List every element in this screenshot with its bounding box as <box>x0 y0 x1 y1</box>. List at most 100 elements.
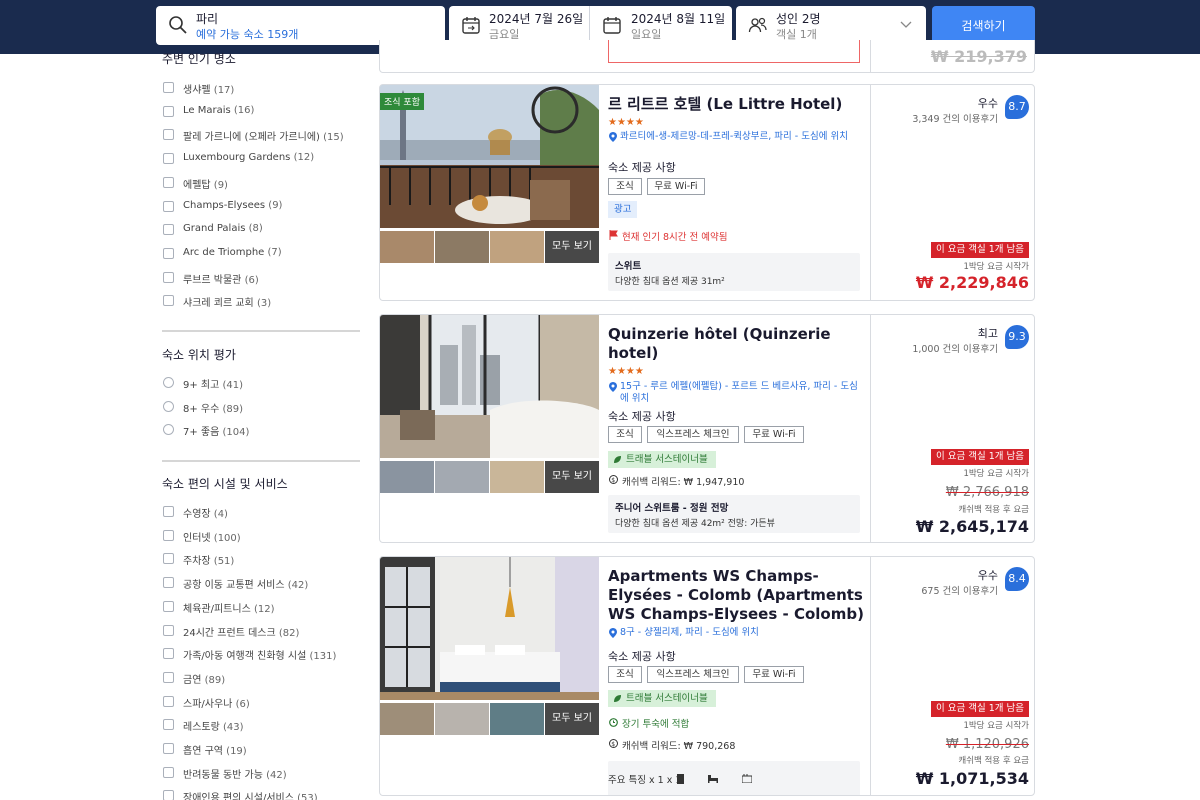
filter-option[interactable]: 공항 이동 교통편 서비스 (42) <box>162 575 360 591</box>
thumbnail[interactable] <box>435 231 489 263</box>
checkbox[interactable] <box>163 200 174 212</box>
checkbox[interactable] <box>163 577 174 589</box>
cashback-icon: $ <box>609 475 618 484</box>
review-count[interactable]: 3,349 건의 이용후기 <box>912 111 998 125</box>
checkbox[interactable] <box>163 224 174 236</box>
checkbox[interactable] <box>163 506 174 517</box>
hotel-price[interactable]: ₩ 2,645,174 <box>916 517 1029 536</box>
filter-option[interactable]: 레스토랑 (43) <box>162 717 360 733</box>
room-option[interactable]: 스위트 다양한 침대 옵션 제공 31m² <box>608 253 860 291</box>
radio-button[interactable] <box>163 377 174 388</box>
long-stay-note: 장기 투숙에 적합 <box>608 716 689 730</box>
checkbox[interactable] <box>163 129 174 141</box>
checkbox[interactable] <box>163 271 174 283</box>
thumbnail[interactable] <box>380 231 434 263</box>
checkbox[interactable] <box>163 743 174 754</box>
score-badge: 8.7 <box>1005 95 1029 119</box>
filter-count: (131) <box>309 651 337 663</box>
room-option[interactable]: 주니어 스위트룸 - 정원 전망 다양한 침대 옵션 제공 42m² 전망: 가… <box>608 495 860 533</box>
filter-option[interactable]: 8+ 우수 (89) <box>162 399 360 415</box>
checkbox[interactable] <box>163 295 174 307</box>
thumbnail[interactable] <box>380 703 434 735</box>
checkbox[interactable] <box>163 600 174 612</box>
radio-button[interactable] <box>163 400 174 412</box>
checkbox[interactable] <box>163 766 174 778</box>
checkbox[interactable] <box>163 790 174 800</box>
filter-option[interactable]: 가족/아동 여행객 친화형 시설 (131) <box>162 646 360 662</box>
filter-option[interactable]: 흡연 구역 (19) <box>162 741 360 757</box>
amenity-chip: 무료 Wi-Fi <box>744 666 804 683</box>
filter-option[interactable]: 장애인용 편의 시설/서비스 (53) <box>162 788 360 800</box>
view-all-photos-button[interactable]: 모두 보기 <box>545 231 599 263</box>
filter-option[interactable]: 체육관/피트니스 (12) <box>162 599 360 615</box>
review-count[interactable]: 1,000 건의 이용후기 <box>912 341 998 355</box>
checkbox[interactable] <box>163 671 174 683</box>
checkbox[interactable] <box>163 695 174 707</box>
hotel-card-partial[interactable]: ₩ 219,379 <box>379 40 1035 73</box>
filter-option[interactable]: 주차장 (51) <box>162 551 360 567</box>
checkbox[interactable] <box>163 105 174 117</box>
filter-option[interactable]: Le Marais (16) <box>162 104 360 120</box>
checkbox[interactable] <box>163 624 174 636</box>
checkbox[interactable] <box>163 529 174 541</box>
radio-button[interactable] <box>163 424 174 436</box>
hotel-card[interactable]: 모두 보기 Quinzerie hôtel (Quinzerie hotel) … <box>379 314 1035 543</box>
filter-option[interactable]: 에펠탑 (9) <box>162 175 360 191</box>
filter-label: 주차장 <box>183 556 211 568</box>
thumbnail[interactable] <box>380 461 434 493</box>
filter-option[interactable]: 24시간 프런트 데스크 (82) <box>162 623 360 639</box>
chevron-down-icon[interactable] <box>900 21 912 29</box>
hotel-location[interactable]: 8구 - 샹젤리제, 파리 - 도심에 위치 <box>608 627 866 639</box>
hotel-price[interactable]: ₩ 1,071,534 <box>916 769 1029 788</box>
filter-option[interactable]: Grand Palais (8) <box>162 222 360 238</box>
view-all-photos-button[interactable]: 모두 보기 <box>545 703 599 735</box>
filter-option[interactable]: 스파/사우나 (6) <box>162 694 360 710</box>
hotel-photo[interactable] <box>380 315 599 458</box>
checkbox[interactable] <box>163 719 174 731</box>
hotel-location[interactable]: 콰르티에-생-제르망-데-프레-퀵상부르, 파리 - 도심에 위치 <box>608 131 866 143</box>
hotel-name[interactable]: 르 리트르 호텔 (Le Littre Hotel) <box>608 95 870 114</box>
filter-option[interactable]: 9+ 최고 (41) <box>162 375 360 391</box>
thumbnail[interactable] <box>490 461 544 493</box>
hotel-name[interactable]: Quinzerie hôtel (Quinzerie hotel) <box>608 325 870 363</box>
checkbox[interactable] <box>163 82 174 93</box>
filter-count: (89) <box>204 674 226 686</box>
filter-option[interactable]: Arc de Triomphe (7) <box>162 246 360 262</box>
hotel-name[interactable]: Apartments WS Champs-Elysées - Colomb (A… <box>608 567 870 624</box>
rating-label: 최고 <box>977 327 998 340</box>
filter-option[interactable]: Luxembourg Gardens (12) <box>162 151 360 167</box>
filter-option[interactable]: 인터넷 (100) <box>162 528 360 544</box>
checkbox[interactable] <box>163 153 174 165</box>
thumbnail[interactable] <box>490 703 544 735</box>
hotel-card[interactable]: 모두 보기 Apartments WS Champs-Elysées - Col… <box>379 556 1035 796</box>
search-icon <box>169 16 187 34</box>
checkbox[interactable] <box>163 553 174 565</box>
view-all-photos-button[interactable]: 모두 보기 <box>545 461 599 493</box>
thumbnail[interactable] <box>490 231 544 263</box>
filter-option-label: 24시간 프런트 데스크 (82) <box>183 624 299 639</box>
filter-option[interactable]: 루브르 박물관 (6) <box>162 270 360 286</box>
per-night-label: 1박당 요금 시작가 <box>963 469 1029 479</box>
checkbox[interactable] <box>163 247 174 259</box>
room-detail: 다양한 침대 옵션 제공 31m² <box>615 277 725 287</box>
hotel-location[interactable]: 15구 - 루르 에펠(에펠탑) - 포르트 드 베르사유, 파리 - 도심에 … <box>608 381 866 405</box>
hotel-price[interactable]: ₩ 2,229,846 <box>916 273 1029 292</box>
review-count[interactable]: 675 건의 이용후기 <box>921 583 998 597</box>
checkbox[interactable] <box>163 648 174 660</box>
filter-option[interactable]: 7+ 좋음 (104) <box>162 422 360 438</box>
filter-option-label: 8+ 우수 (89) <box>183 400 243 415</box>
location-text: 콰르티에-생-제르망-데-프레-퀵상부르, 파리 - 도심에 위치 <box>620 131 848 142</box>
filter-option[interactable]: 금연 (89) <box>162 670 360 686</box>
filter-option[interactable]: 생샤펠 (17) <box>162 80 360 96</box>
filter-option[interactable]: 수영장 (4) <box>162 504 360 520</box>
thumbnail[interactable] <box>435 461 489 493</box>
filter-option[interactable]: 팔레 가르니에 (오페라 가르니에) (15) <box>162 127 360 143</box>
filter-option[interactable]: Champs-Elysees (9) <box>162 199 360 215</box>
hotel-photo[interactable] <box>380 557 599 700</box>
filter-count: (9) <box>213 179 228 191</box>
hotel-card[interactable]: 조식 포함 모두 보기 르 리트르 호텔 (Le Littre Hotel) ★… <box>379 84 1035 301</box>
filter-option[interactable]: 반려동물 동반 가능 (42) <box>162 765 360 781</box>
checkbox[interactable] <box>163 176 174 188</box>
thumbnail[interactable] <box>435 703 489 735</box>
filter-option[interactable]: 샤크레 쾨르 교회 (3) <box>162 293 360 309</box>
